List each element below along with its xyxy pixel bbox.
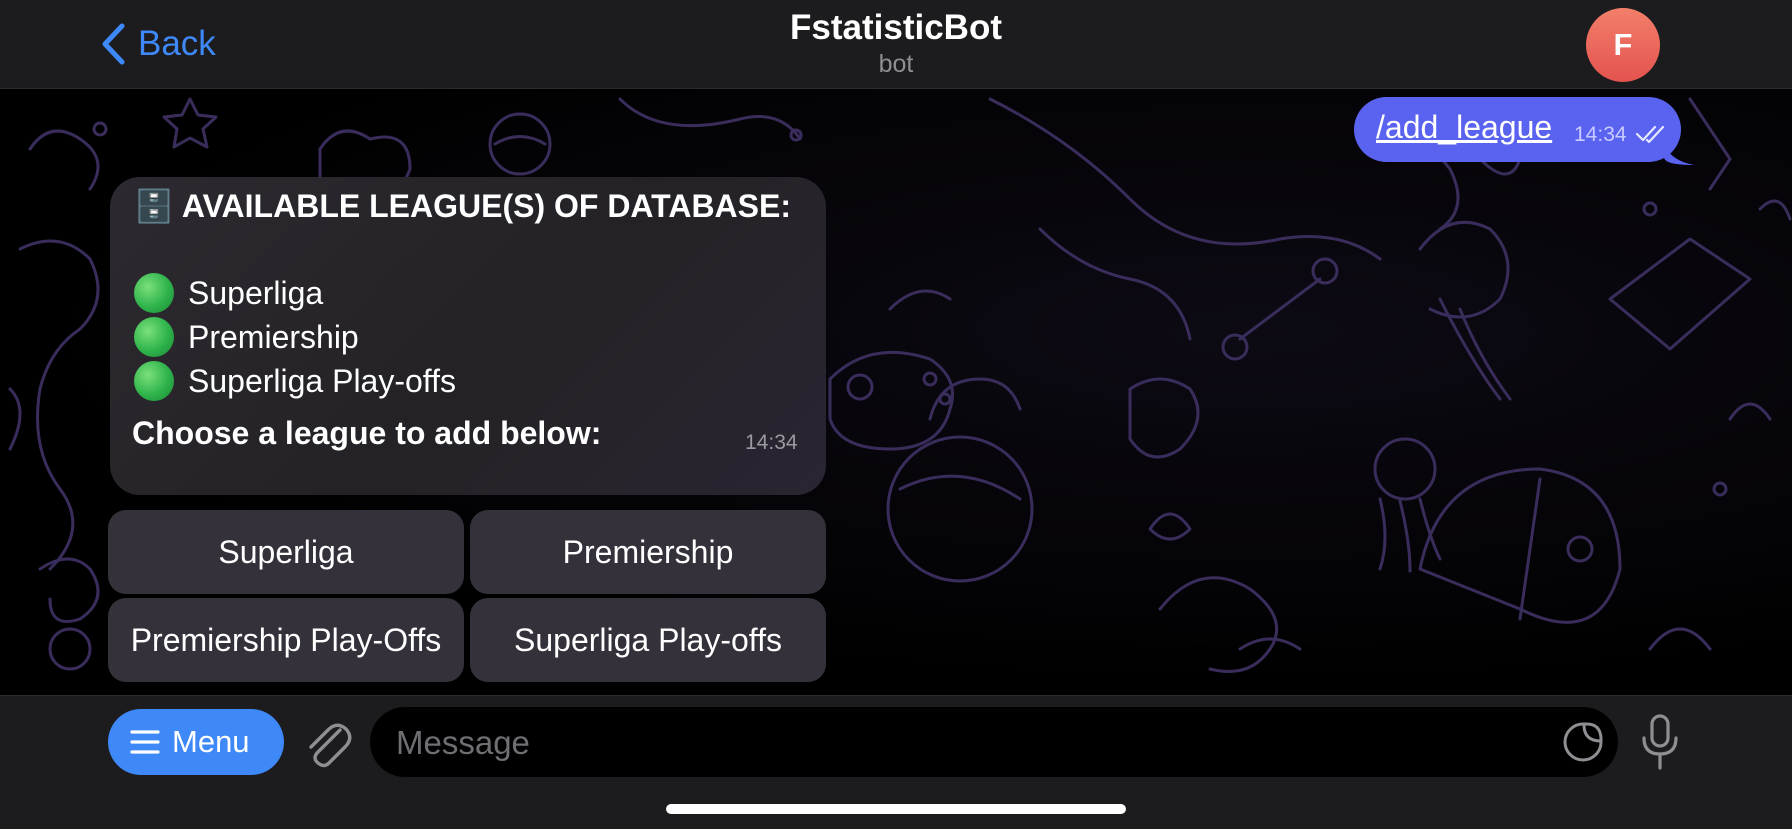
hamburger-icon — [130, 730, 160, 754]
microphone-icon[interactable] — [1640, 714, 1680, 772]
message-input[interactable] — [394, 717, 1548, 769]
database-heading: 🗄️ AVAILABLE LEAGUE(S) OF DATABASE: — [134, 187, 791, 225]
chat-area[interactable]: /add_league 14:34 🗄️ AVAILABLE LEAGUE(S)… — [0, 89, 1792, 695]
file-cabinet-icon: 🗄️ — [134, 188, 174, 224]
league-line-item: Superliga — [134, 273, 323, 313]
menu-button[interactable]: Menu — [108, 709, 284, 775]
league-name: Superliga Play-offs — [188, 362, 456, 399]
chat-title: FstatisticBot — [790, 8, 1002, 47]
menu-label: Menu — [172, 724, 250, 759]
outgoing-command-link[interactable]: /add_league — [1376, 109, 1552, 146]
keyboard-button-premiership[interactable]: Premiership — [470, 510, 826, 594]
keyboard-button-superliga[interactable]: Superliga — [108, 510, 464, 594]
chat-subtitle: bot — [878, 50, 914, 78]
paperclip-icon[interactable] — [302, 716, 352, 768]
green-circle-icon — [134, 273, 174, 313]
outgoing-message-bubble[interactable]: /add_league 14:34 — [1354, 97, 1681, 162]
league-line-item: Premiership — [134, 317, 359, 357]
league-name: Superliga — [188, 274, 324, 311]
league-name: Premiership — [188, 318, 359, 355]
chat-title-block[interactable]: FstatisticBot bot — [0, 8, 1792, 79]
chat-header: Back FstatisticBot bot F — [0, 0, 1792, 89]
read-double-check-icon — [1636, 125, 1665, 143]
outgoing-message-time: 14:34 — [1574, 123, 1627, 146]
home-indicator — [666, 804, 1126, 814]
avatar[interactable]: F — [1586, 8, 1660, 82]
message-input-box[interactable] — [370, 707, 1618, 777]
keyboard-button-premiership-play-offs[interactable]: Premiership Play-Offs — [108, 598, 464, 682]
choose-league-prompt: Choose a league to add below: — [132, 415, 602, 451]
green-circle-icon — [134, 361, 174, 401]
incoming-message-bubble[interactable]: 🗄️ AVAILABLE LEAGUE(S) OF DATABASE: Supe… — [110, 177, 826, 495]
green-circle-icon — [134, 317, 174, 357]
composer-bar: Menu — [0, 695, 1792, 829]
heading-text: AVAILABLE LEAGUE(S) OF DATABASE: — [181, 187, 791, 224]
incoming-message-time: 14:34 — [745, 431, 798, 454]
keyboard-button-superliga-play-offs[interactable]: Superliga Play-offs — [470, 598, 826, 682]
avatar-letter: F — [1613, 27, 1633, 62]
league-line-item: Superliga Play-offs — [134, 361, 456, 401]
sticker-icon[interactable] — [1562, 721, 1604, 763]
